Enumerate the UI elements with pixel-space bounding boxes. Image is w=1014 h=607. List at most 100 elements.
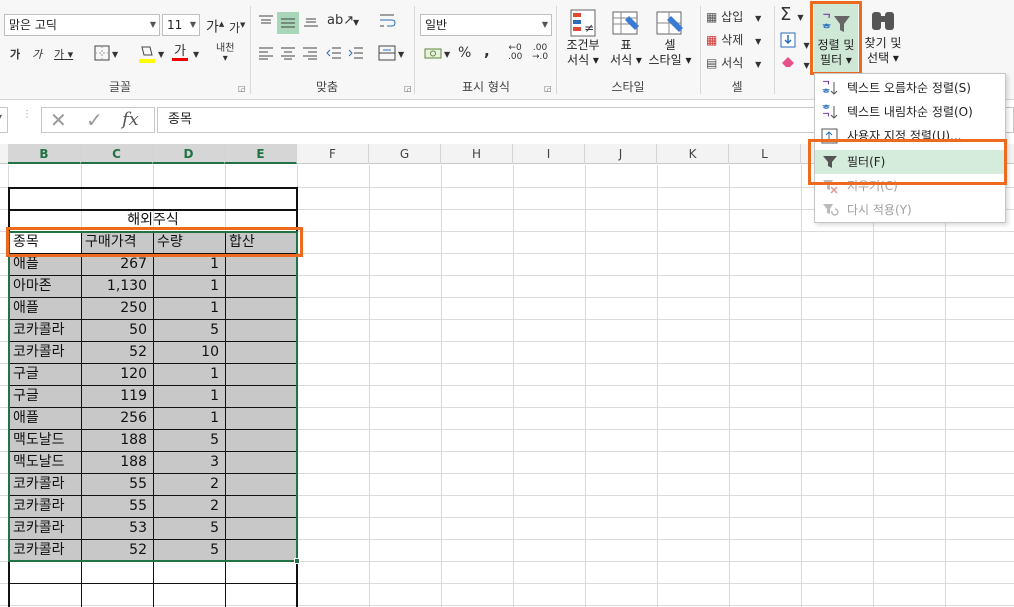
find-select-button[interactable]: 찾기 및 선택 ▾ [860, 8, 906, 66]
table-cell[interactable]: 코카콜라 [10, 517, 81, 539]
chevron-down-icon[interactable]: ▼ [158, 46, 164, 64]
table-cell[interactable]: 5 [154, 517, 225, 539]
merge-center-button[interactable] [378, 45, 396, 67]
shrink-font-button[interactable]: 가▼ [229, 16, 245, 37]
column-header-k[interactable]: K [657, 144, 729, 164]
conditional-formatting-button[interactable]: ≠ 조건부 서식 ▾ [562, 8, 604, 68]
table-cell[interactable]: 10 [154, 341, 225, 363]
table-cell[interactable]: 1 [154, 275, 225, 297]
table-cell[interactable]: 53 [82, 517, 153, 539]
column-header-b[interactable]: B [8, 144, 81, 164]
table-cell[interactable] [226, 407, 297, 429]
font-name-combo[interactable]: 맑은 고딕 ▼ [4, 14, 160, 36]
grow-font-button[interactable]: 가▲ [206, 15, 224, 37]
fill-button[interactable]: ▼ [780, 32, 810, 55]
table-cell[interactable]: 2 [154, 473, 225, 495]
chevron-down-icon[interactable]: ▼ [112, 46, 118, 64]
cancel-icon[interactable]: ✕ [50, 108, 67, 132]
table-cell[interactable] [226, 429, 297, 451]
table-cell[interactable] [226, 517, 297, 539]
number-format-combo[interactable]: 일반 ▼ [420, 14, 552, 36]
clear-button[interactable]: ▼ [780, 54, 810, 75]
table-cell[interactable]: 맥도날드 [10, 429, 81, 451]
dialog-launcher-icon[interactable]: ◲ [404, 84, 412, 93]
format-as-table-button[interactable]: 표 서식 ▾ [606, 8, 646, 68]
dialog-launcher-icon[interactable]: ◲ [238, 84, 246, 93]
align-center-button[interactable] [280, 46, 296, 66]
table-cell[interactable]: 구글 [10, 385, 81, 407]
align-bottom-button[interactable] [303, 14, 319, 34]
table-cell[interactable]: 3 [154, 451, 225, 473]
table-cell[interactable]: 55 [82, 473, 153, 495]
table-cell[interactable]: 1 [154, 363, 225, 385]
italic-button[interactable]: 가 [32, 46, 42, 64]
column-header-c[interactable]: C [81, 144, 153, 164]
table-cell[interactable]: 코카콜라 [10, 539, 81, 561]
phonetic-button[interactable]: 내천 ▾ [216, 44, 234, 64]
wrap-text-button[interactable] [378, 12, 396, 36]
decrease-indent-button[interactable] [326, 46, 342, 66]
fill-color-button[interactable] [138, 44, 156, 70]
table-cell[interactable] [226, 495, 297, 517]
table-cell[interactable] [226, 363, 297, 385]
column-header-j[interactable]: J [585, 144, 657, 164]
table-cell[interactable]: 코카콜라 [10, 473, 81, 495]
table-cell[interactable]: 55 [82, 495, 153, 517]
increase-indent-button[interactable] [348, 46, 364, 66]
decrease-decimal-button[interactable]: .00 →.0 [532, 44, 548, 62]
menu-item-sort-descending[interactable]: ᄒᄀ 텍스트 내림차순 정렬(O) [815, 100, 1005, 124]
font-size-combo[interactable]: 11 ▼ [162, 14, 200, 36]
column-header-l[interactable]: L [729, 144, 801, 164]
table-cell[interactable]: 코카콜라 [10, 341, 81, 363]
orientation-button[interactable]: ab↗ [327, 12, 354, 30]
table-cell[interactable]: 52 [82, 341, 153, 363]
table-cell[interactable]: 코카콜라 [10, 319, 81, 341]
table-cell[interactable]: 5 [154, 539, 225, 561]
align-middle-button[interactable] [277, 12, 299, 34]
table-cell[interactable] [226, 297, 297, 319]
table-cell[interactable]: 5 [154, 429, 225, 451]
table-cell[interactable] [226, 385, 297, 407]
table-cell[interactable]: 구글 [10, 363, 81, 385]
table-cell[interactable]: 250 [82, 297, 153, 319]
table-cell[interactable]: 2 [154, 495, 225, 517]
table-cell[interactable] [226, 473, 297, 495]
autosum-button[interactable]: Σ ▼ [780, 6, 804, 27]
enter-check-icon[interactable]: ✓ [86, 108, 103, 132]
table-cell[interactable] [226, 539, 297, 561]
table-cell[interactable]: 1,130 [82, 275, 153, 297]
table-cell[interactable]: 애플 [10, 407, 81, 429]
table-cell[interactable] [226, 341, 297, 363]
table-cell[interactable]: 1 [154, 407, 225, 429]
column-header-d[interactable]: D [153, 144, 225, 164]
chevron-down-icon[interactable]: ▼ [353, 14, 359, 32]
column-header-i[interactable]: I [513, 144, 585, 164]
worksheet-grid[interactable]: 해외주식 종목 구매가격 수량 합산 애플 267 1 아마존 1,130 1 애플 250 1… [0, 165, 1014, 607]
chevron-down-icon[interactable]: ▼ [444, 46, 450, 64]
column-header-g[interactable]: G [369, 144, 441, 164]
align-left-button[interactable] [258, 46, 274, 66]
name-box[interactable]: ▾ [0, 107, 8, 133]
table-cell[interactable]: 맥도날드 [10, 451, 81, 473]
cell-styles-button[interactable]: 셀 스타일 ▾ [646, 8, 694, 68]
table-cell[interactable]: 1 [154, 385, 225, 407]
delete-cells-button[interactable]: ▦ 삭제 ▼ [706, 31, 761, 51]
table-cell[interactable]: 188 [82, 451, 153, 473]
table-cell[interactable]: 120 [82, 363, 153, 385]
comma-style-button[interactable]: , [484, 42, 490, 60]
column-header-f[interactable]: F [297, 144, 369, 164]
percent-style-button[interactable]: % [458, 44, 471, 62]
increase-decimal-button[interactable]: ←0.00 [508, 44, 522, 62]
dialog-launcher-icon[interactable]: ◲ [544, 84, 552, 93]
table-cell[interactable] [226, 451, 297, 473]
align-top-button[interactable] [258, 14, 274, 34]
insert-function-icon[interactable]: fx [122, 108, 139, 132]
insert-cells-button[interactable]: ▦ 삽입 ▼ [706, 8, 761, 28]
bold-button[interactable]: 가 [10, 46, 20, 64]
table-cell[interactable] [226, 319, 297, 341]
font-color-button[interactable]: 가 [172, 43, 188, 61]
chevron-down-icon[interactable]: ▼ [193, 46, 199, 64]
table-cell[interactable]: 애플 [10, 297, 81, 319]
format-cells-button[interactable]: ▤ 서식 ▼ [706, 54, 761, 74]
table-cell[interactable]: 256 [82, 407, 153, 429]
